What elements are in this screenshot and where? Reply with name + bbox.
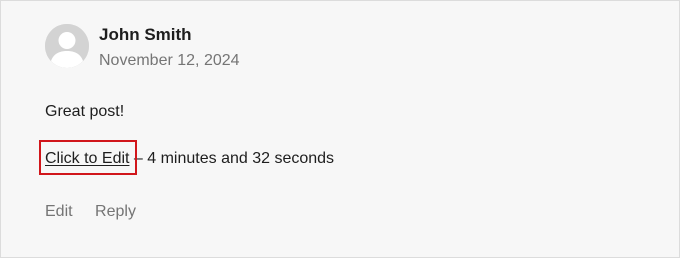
reply-button[interactable]: Reply <box>95 203 136 220</box>
person-silhouette-icon <box>45 24 89 68</box>
comment-actions: Edit Reply <box>45 202 136 222</box>
comment-card: John Smith November 12, 2024 Great post!… <box>0 0 680 258</box>
edit-button[interactable]: Edit <box>45 203 73 220</box>
avatar <box>45 24 89 68</box>
highlight-annotation <box>39 140 137 175</box>
edit-time-remaining: – 4 minutes and 32 seconds <box>129 150 335 167</box>
comment-author: John Smith <box>99 25 192 44</box>
comment-date: November 12, 2024 <box>99 52 240 69</box>
comment-text: Great post! <box>45 103 125 120</box>
